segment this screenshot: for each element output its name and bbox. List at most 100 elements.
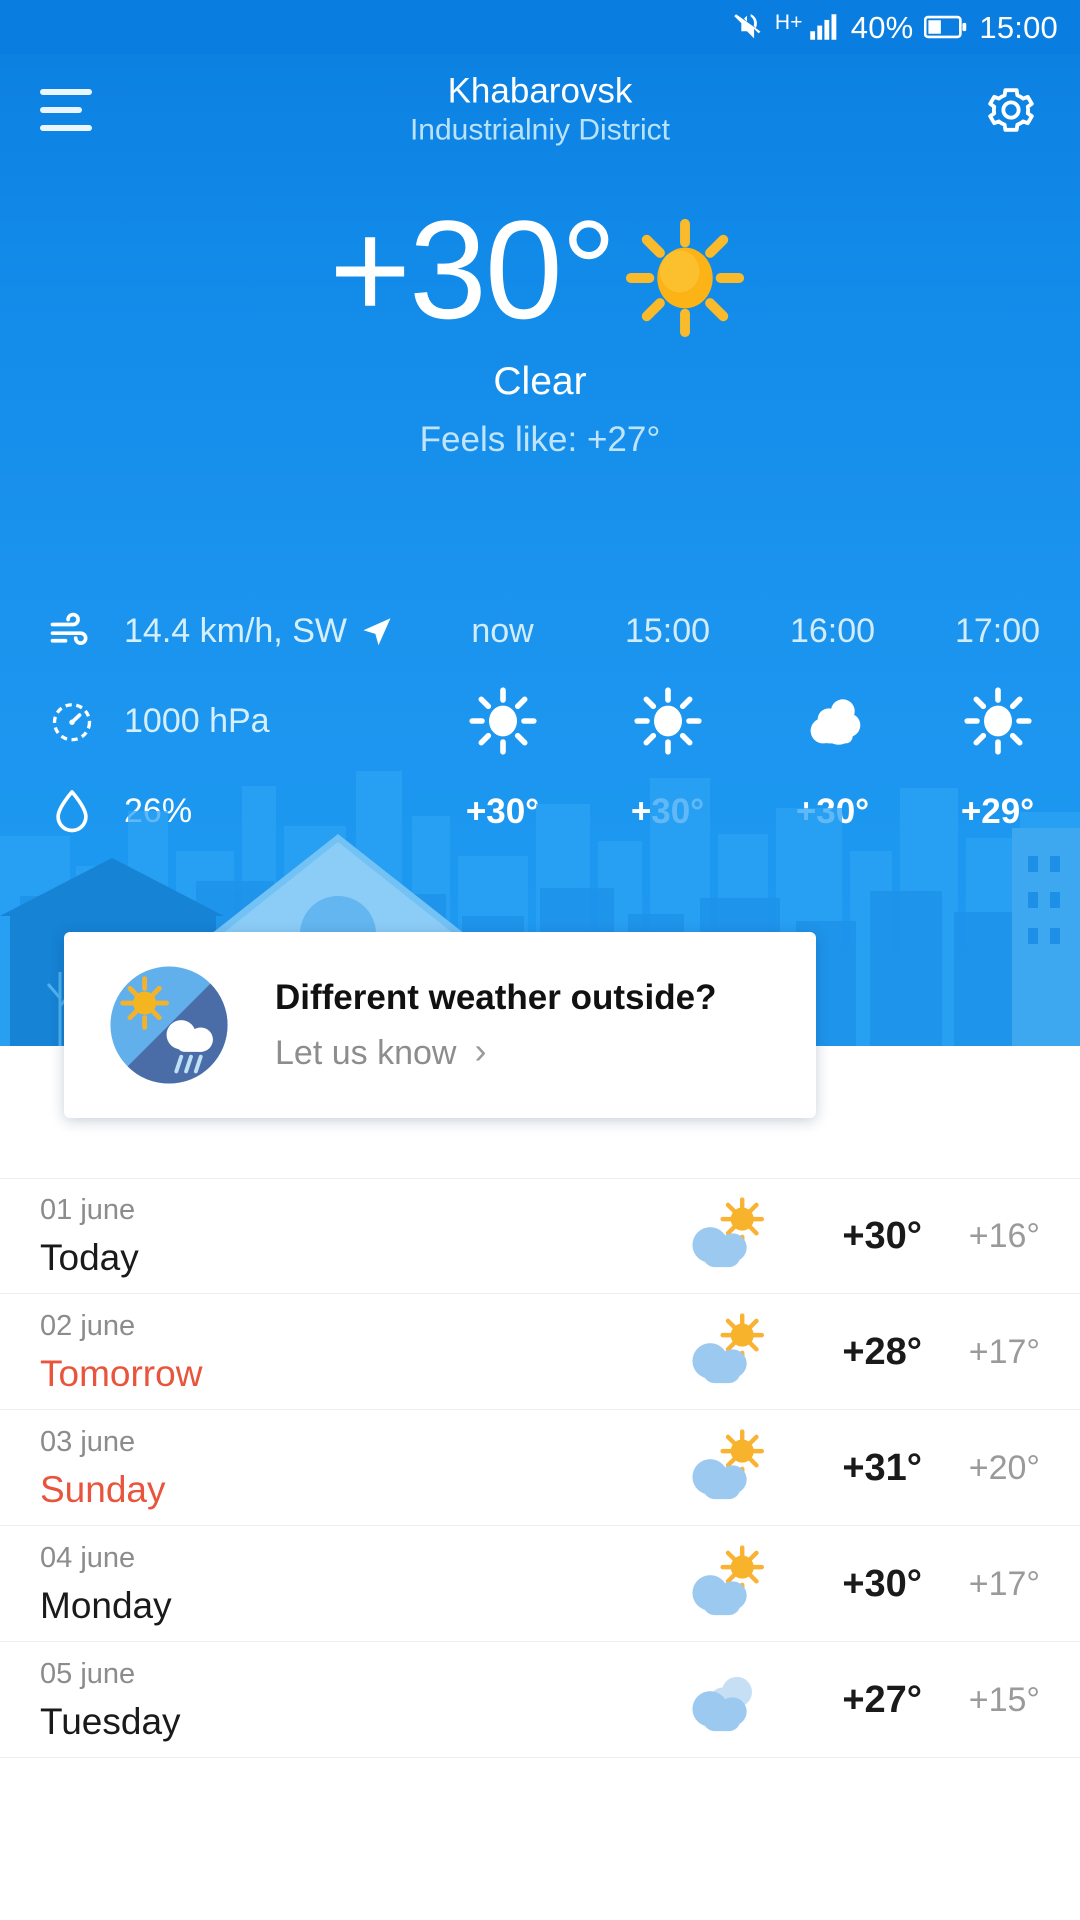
day-high-temp: +30° bbox=[842, 1215, 922, 1257]
current-temperature-row: +30° bbox=[0, 200, 1080, 340]
day-name: Tomorrow bbox=[40, 1352, 203, 1394]
day-low-temp: +16° bbox=[968, 1217, 1040, 1255]
current-weather-hero: H+ 40% 15:00 Khabarovsk Industrialniy Di… bbox=[0, 0, 1080, 1046]
pressure-value: 1000 hPa bbox=[124, 702, 270, 740]
list-item[interactable]: 05 june Tuesday +27° +15° bbox=[0, 1642, 1080, 1758]
location-title: Khabarovsk Industrialniy District bbox=[0, 72, 1080, 149]
day-forecast: +27° +15° bbox=[682, 1660, 1040, 1740]
current-conditions: +30° Clear Feels like: +27° bbox=[0, 200, 1080, 459]
feedback-text-block: Different weather outside? Let us know › bbox=[275, 977, 717, 1073]
hourly-cell[interactable] bbox=[585, 686, 750, 756]
day-date: 04 june bbox=[40, 1541, 136, 1574]
list-item[interactable]: 02 june Tomorrow +28° +17° bbox=[0, 1294, 1080, 1410]
app-bar: Khabarovsk Industrialniy District bbox=[0, 54, 1080, 166]
hourly-cell[interactable]: 17:00 bbox=[915, 614, 1080, 648]
wind-speed-text: 14.4 km/h, SW bbox=[124, 612, 347, 650]
partly-sunny-icon bbox=[692, 1544, 764, 1615]
district-label: Industrialniy District bbox=[409, 113, 671, 147]
gear-icon[interactable] bbox=[984, 83, 1038, 137]
partly-sunny-icon bbox=[692, 1312, 764, 1383]
sun-icon bbox=[468, 687, 537, 755]
partly-sunny-icon bbox=[692, 1197, 764, 1268]
day-date: 05 june bbox=[40, 1657, 136, 1690]
mute-icon bbox=[734, 14, 761, 39]
day-forecast: +30° +17° bbox=[682, 1544, 1040, 1624]
metrics-and-hourly: 14.4 km/h, SW now 15:00 16:00 17:00 1000… bbox=[0, 586, 1080, 856]
day-info: 02 june Tomorrow bbox=[40, 1309, 682, 1394]
day-info: 05 june Tuesday bbox=[40, 1657, 682, 1742]
humidity-metric: 26% bbox=[0, 785, 420, 837]
cloudy-icon bbox=[810, 699, 860, 745]
hourly-temp: +30° bbox=[630, 791, 705, 831]
day-high-temp: +27° bbox=[842, 1678, 922, 1721]
feedback-action-row[interactable]: Let us know › bbox=[275, 1033, 716, 1073]
list-item[interactable]: 04 june Monday +30° +17° bbox=[0, 1526, 1080, 1642]
tower-silhouette bbox=[1012, 828, 1080, 1046]
day-date: 01 june bbox=[40, 1194, 136, 1226]
hourly-cell[interactable] bbox=[420, 686, 585, 756]
day-low-temp: +17° bbox=[968, 1564, 1040, 1603]
day-high-temp: +31° bbox=[842, 1446, 922, 1489]
hourly-label: now bbox=[471, 612, 534, 650]
clock-label: 15:00 bbox=[979, 9, 1058, 45]
day-forecast: +31° +20° bbox=[682, 1428, 1040, 1508]
day-high-temp: +28° bbox=[842, 1330, 922, 1373]
day-low-temp: +20° bbox=[968, 1448, 1040, 1487]
hourly-label: 16:00 bbox=[789, 612, 876, 650]
list-item[interactable]: 03 june Sunday +31° +20° bbox=[0, 1410, 1080, 1526]
page-title: Khabarovsk bbox=[447, 71, 633, 111]
battery-icon bbox=[924, 15, 967, 39]
feels-like-label: Feels like: +27° bbox=[419, 420, 661, 459]
current-temperature: +30° bbox=[329, 191, 616, 348]
wind-icon bbox=[46, 605, 98, 657]
network-type-label: H+ bbox=[774, 10, 803, 34]
hourly-cell[interactable]: +29° bbox=[915, 794, 1080, 829]
hamburger-menu-icon[interactable] bbox=[40, 84, 102, 136]
wind-row: 14.4 km/h, SW now 15:00 16:00 17:00 bbox=[0, 586, 1080, 676]
hourly-cell[interactable] bbox=[750, 686, 915, 756]
condition-label: Clear bbox=[493, 360, 587, 403]
status-bar: H+ 40% 15:00 bbox=[0, 0, 1080, 54]
hourly-cell[interactable] bbox=[915, 686, 1080, 756]
hourly-cell[interactable]: 16:00 bbox=[750, 614, 915, 648]
hourly-cell[interactable]: +30° bbox=[750, 794, 915, 829]
feedback-title: Different weather outside? bbox=[275, 977, 717, 1017]
hourly-cell[interactable]: +30° bbox=[585, 794, 750, 829]
pressure-gauge-icon bbox=[46, 695, 98, 747]
day-info: 01 june Today bbox=[40, 1194, 682, 1278]
hourly-temp: +29° bbox=[960, 791, 1035, 831]
wind-direction-arrow-icon bbox=[363, 618, 391, 646]
list-item[interactable]: 01 june Today +30° +16° bbox=[0, 1178, 1080, 1294]
humidity-value: 26% bbox=[124, 792, 193, 830]
daily-forecast-list: 01 june Today +30° +16° 02 june Tomorrow… bbox=[0, 1178, 1080, 1758]
day-high-temp: +30° bbox=[842, 1562, 922, 1605]
signal-bars-icon bbox=[810, 14, 837, 40]
day-low-temp: +17° bbox=[968, 1332, 1040, 1371]
sun-icon bbox=[963, 687, 1032, 755]
cloudy-icon bbox=[692, 1676, 752, 1731]
day-forecast: +28° +17° bbox=[682, 1312, 1040, 1392]
sun-rain-split-icon bbox=[110, 966, 228, 1084]
day-date: 03 june bbox=[40, 1425, 136, 1458]
humidity-row: 26% +30° +30° +30° +29° bbox=[0, 766, 1080, 856]
day-name: Sunday bbox=[40, 1468, 166, 1510]
day-name: Tuesday bbox=[40, 1700, 181, 1742]
sun-icon bbox=[633, 687, 702, 755]
hourly-cell[interactable]: now bbox=[420, 614, 585, 648]
hourly-icons-row bbox=[420, 676, 1080, 766]
hourly-cell[interactable]: +30° bbox=[420, 794, 585, 829]
day-forecast: +30° +16° bbox=[682, 1196, 1040, 1276]
wind-value: 14.4 km/h, SW bbox=[124, 613, 395, 649]
hourly-label: 17:00 bbox=[954, 612, 1041, 650]
humidity-drop-icon bbox=[46, 785, 98, 837]
day-name: Today bbox=[40, 1237, 139, 1278]
hourly-labels-row: now 15:00 16:00 17:00 bbox=[420, 586, 1080, 676]
feedback-card[interactable]: Different weather outside? Let us know › bbox=[64, 932, 816, 1118]
hourly-cell[interactable]: 15:00 bbox=[585, 614, 750, 648]
day-low-temp: +15° bbox=[968, 1680, 1040, 1719]
day-date: 02 june bbox=[40, 1309, 136, 1342]
pressure-row: 1000 hPa bbox=[0, 676, 1080, 766]
feedback-action-label: Let us know bbox=[275, 1034, 457, 1073]
hourly-temp: +30° bbox=[465, 791, 540, 831]
day-info: 03 june Sunday bbox=[40, 1425, 682, 1510]
